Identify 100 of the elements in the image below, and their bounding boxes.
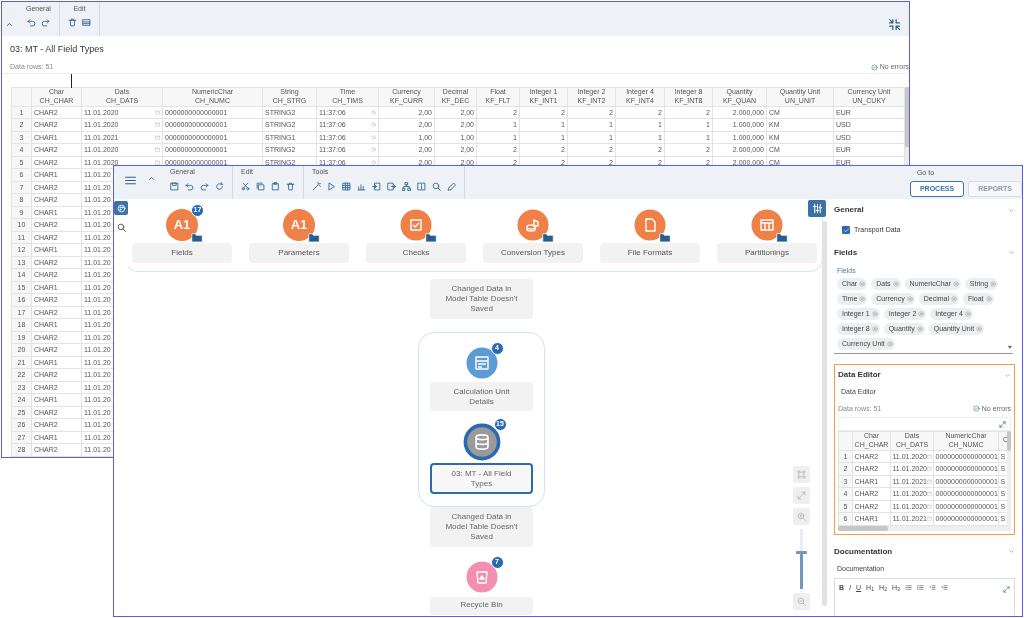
- numbered-list-icon[interactable]: [917, 584, 925, 591]
- node-label[interactable]: Changed Data in Model Table Doesn't Saved: [430, 279, 533, 319]
- clock-icon[interactable]: [371, 109, 376, 115]
- remove-icon[interactable]: [859, 281, 866, 287]
- tile-label[interactable]: Parameters: [249, 243, 349, 263]
- tile-label[interactable]: File Formats: [600, 243, 700, 263]
- hierarchy-icon[interactable]: [402, 182, 411, 191]
- remove-icon[interactable]: [951, 296, 957, 302]
- grid-icon[interactable]: [342, 182, 351, 191]
- tile-label[interactable]: Partitionings: [717, 243, 817, 263]
- calendar-icon[interactable]: [926, 453, 932, 459]
- trash-icon[interactable]: [286, 182, 295, 191]
- save-icon[interactable]: [170, 182, 179, 191]
- remove-icon[interactable]: [886, 341, 893, 347]
- tile-label[interactable]: Conversion Types: [483, 243, 583, 263]
- remove-icon[interactable]: [990, 281, 997, 287]
- scrollbar[interactable]: [838, 525, 1011, 531]
- chevron-icon[interactable]: [1008, 548, 1015, 555]
- section-title[interactable]: Documentation: [834, 545, 893, 558]
- calendar-icon[interactable]: [155, 134, 160, 140]
- pen-icon[interactable]: [447, 182, 456, 191]
- calendar-icon[interactable]: [926, 466, 932, 472]
- zoom-out-button[interactable]: [793, 593, 810, 610]
- clock-icon[interactable]: [371, 159, 376, 165]
- layout-icon[interactable]: [751, 209, 783, 241]
- clipboard-icon[interactable]: [271, 182, 280, 191]
- remove-icon[interactable]: [964, 311, 971, 317]
- remove-icon[interactable]: [976, 326, 983, 332]
- chevron-icon[interactable]: [1008, 206, 1015, 214]
- wand-icon[interactable]: [312, 182, 321, 191]
- clock-icon[interactable]: [371, 134, 376, 140]
- clock-icon[interactable]: [371, 122, 376, 128]
- scissors-icon[interactable]: [241, 182, 250, 191]
- expand-icon[interactable]: [1003, 585, 1010, 593]
- menu-icon[interactable]: [124, 174, 137, 187]
- undo-icon[interactable]: [185, 182, 194, 191]
- chevron-icon[interactable]: [1004, 371, 1011, 379]
- fit-to-screen-icon[interactable]: [797, 470, 806, 479]
- slider-thumb[interactable]: [796, 551, 807, 554]
- zoom-in-icon[interactable]: [797, 512, 806, 521]
- tile-label[interactable]: Fields: [132, 243, 232, 263]
- fit-button[interactable]: [793, 466, 810, 483]
- section-title[interactable]: General: [834, 204, 864, 216]
- calendar-icon[interactable]: [926, 516, 932, 522]
- document-icon[interactable]: [634, 209, 666, 241]
- trash-icon[interactable]: [67, 18, 77, 27]
- copy-icon[interactable]: [256, 182, 265, 191]
- node-label[interactable]: Calculation Unit Details: [430, 382, 533, 411]
- export-icon[interactable]: [387, 182, 396, 191]
- remove-icon[interactable]: [985, 296, 992, 302]
- scrollbar[interactable]: [905, 87, 909, 165]
- import-icon[interactable]: [372, 182, 381, 191]
- remove-icon[interactable]: [859, 296, 866, 302]
- node-label[interactable]: Changed Data in Model Table Doesn't Saved: [430, 507, 533, 547]
- remove-icon[interactable]: [871, 311, 878, 317]
- chevron-icon[interactable]: [1008, 249, 1015, 256]
- expand-button[interactable]: [793, 487, 810, 504]
- remove-icon[interactable]: [952, 281, 959, 287]
- scrollbar[interactable]: [822, 221, 827, 606]
- clock-icon[interactable]: [371, 147, 376, 153]
- node-label[interactable]: 03: MT - All Field Types: [430, 463, 533, 494]
- refresh-icon[interactable]: [215, 182, 224, 191]
- calendar-icon[interactable]: [926, 478, 932, 484]
- node-label[interactable]: Recycle Bin: [430, 597, 533, 615]
- calendar-icon[interactable]: [155, 159, 160, 165]
- checkbox[interactable]: [842, 226, 850, 235]
- search-icon[interactable]: [432, 182, 441, 191]
- search-icon[interactable]: [116, 223, 126, 232]
- remove-icon[interactable]: [892, 281, 899, 287]
- bullet-list-icon[interactable]: [905, 584, 913, 591]
- expand-icon[interactable]: [999, 420, 1006, 428]
- remove-icon[interactable]: [906, 296, 913, 302]
- tile-label[interactable]: Checks: [366, 243, 466, 263]
- checkbox-icon[interactable]: [400, 209, 432, 241]
- exit-fullscreen-icon[interactable]: [888, 18, 901, 32]
- dropdown-icon[interactable]: [1007, 344, 1013, 350]
- undo-icon[interactable]: [26, 18, 36, 27]
- coins-icon[interactable]: [517, 209, 549, 241]
- recycle-bin-icon[interactable]: [465, 561, 498, 593]
- remove-icon[interactable]: [916, 326, 923, 332]
- redo-icon[interactable]: [40, 18, 50, 27]
- zoom-in-button[interactable]: [793, 508, 810, 525]
- redo-icon[interactable]: [200, 182, 209, 191]
- outdent-icon[interactable]: [941, 584, 949, 591]
- form-icon[interactable]: [465, 347, 498, 379]
- remove-icon[interactable]: [871, 326, 878, 332]
- play-icon[interactable]: [327, 182, 336, 191]
- section-title[interactable]: Data Editor: [838, 369, 881, 381]
- indent-icon[interactable]: [929, 584, 937, 591]
- calendar-icon[interactable]: [926, 503, 932, 509]
- calendar-icon[interactable]: [155, 147, 160, 153]
- caret-icon[interactable]: [147, 174, 156, 183]
- remove-icon[interactable]: [918, 311, 925, 317]
- zoom-out-icon[interactable]: [797, 597, 806, 606]
- bar-chart-icon[interactable]: [357, 182, 366, 191]
- section-title[interactable]: Fields: [834, 246, 858, 259]
- calendar-icon[interactable]: [155, 122, 160, 128]
- calendar-icon[interactable]: [155, 109, 160, 115]
- table-icon[interactable]: [81, 18, 91, 27]
- info-icon[interactable]: [417, 182, 426, 191]
